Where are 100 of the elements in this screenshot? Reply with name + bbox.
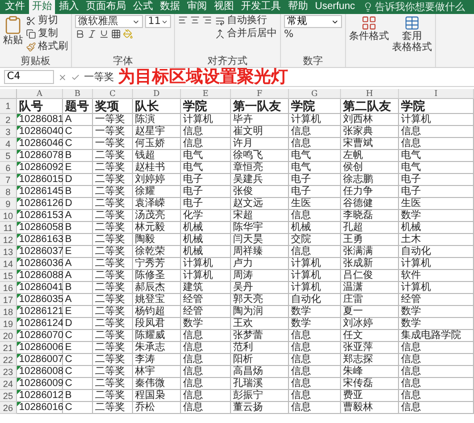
table-cell: 赵文远 — [231, 198, 289, 210]
column-header[interactable]: B — [63, 89, 93, 99]
row-header[interactable]: 22 — [0, 354, 17, 366]
row-header[interactable]: 14 — [0, 258, 17, 270]
ribbon-tab[interactable]: 开始 — [29, 0, 55, 14]
row-header[interactable]: 21 — [0, 342, 17, 354]
row-header[interactable]: 24 — [0, 378, 17, 390]
cut-button[interactable]: 剪切 — [26, 15, 68, 27]
table-cell: 信息 — [399, 366, 474, 378]
align-right-icon[interactable] — [202, 15, 212, 25]
ribbon-tab[interactable]: 数据 — [157, 0, 183, 14]
clipboard-icon — [3, 15, 23, 35]
table-cell: D — [63, 174, 93, 186]
table-cell: 二等奖 — [93, 258, 133, 270]
column-header[interactable]: I — [399, 89, 474, 99]
italic-icon[interactable] — [87, 29, 97, 39]
row-header[interactable]: 9 — [0, 198, 17, 210]
conditional-format-button[interactable]: 条件格式 — [349, 15, 389, 67]
row-header[interactable]: 15 — [0, 270, 17, 282]
ribbon-tab[interactable]: 文件 — [2, 0, 28, 14]
table-cell: 高昌炀 — [231, 366, 289, 378]
column-header[interactable]: C — [93, 89, 133, 99]
row-header[interactable]: 19 — [0, 318, 17, 330]
group-label: 对齐方式 — [206, 56, 248, 67]
row-header[interactable]: 1 — [0, 99, 17, 114]
row-header[interactable]: 12 — [0, 234, 17, 246]
column-header[interactable]: G — [289, 89, 341, 99]
column-header[interactable]: F — [231, 89, 289, 99]
ribbon-tab[interactable]: 插入 — [56, 0, 82, 14]
table-cell: B — [63, 222, 93, 234]
row-header[interactable]: 7 — [0, 174, 17, 186]
copy-button[interactable]: 复制 — [26, 28, 68, 40]
table-cell: 二等奖 — [93, 210, 133, 222]
ribbon-tab[interactable]: 公式 — [130, 0, 156, 14]
row-header[interactable]: 8 — [0, 186, 17, 198]
tell-me-field[interactable]: 告诉我你想要做什么 — [359, 0, 466, 14]
table-cell: 电子 — [181, 174, 231, 186]
number-format-dropdown[interactable]: 常规 — [284, 15, 342, 28]
column-header[interactable]: A — [17, 89, 63, 99]
table-cell: 题号 — [63, 99, 93, 114]
table-cell: 信息 — [181, 378, 231, 390]
align-center-icon[interactable] — [190, 15, 200, 25]
border-icon[interactable] — [111, 29, 121, 39]
table-cell: 陈华宇 — [231, 222, 289, 234]
column-header[interactable]: H — [341, 89, 399, 99]
row-header[interactable]: 10 — [0, 210, 17, 222]
row-header[interactable]: 26 — [0, 402, 17, 414]
row-header[interactable]: 3 — [0, 126, 17, 138]
row-header[interactable]: 25 — [0, 390, 17, 402]
name-box[interactable]: C4 — [4, 70, 54, 84]
table-cell: 建筑 — [181, 282, 231, 294]
table-cell: 崔文明 — [231, 126, 289, 138]
table-cell: 二等奖 — [93, 306, 133, 318]
merge-center-button[interactable]: 合并后居中 — [215, 28, 277, 40]
table-cell: 徐鸣飞 — [231, 150, 289, 162]
table-cell: 10286040 — [17, 126, 63, 138]
table-cell: 朱承志 — [133, 342, 181, 354]
row-header[interactable]: 13 — [0, 246, 17, 258]
table-cell: 赵星宇 — [133, 126, 181, 138]
column-header[interactable]: D — [133, 89, 181, 99]
row-header[interactable]: 18 — [0, 306, 17, 318]
table-cell: 奖项 — [93, 99, 133, 114]
row-header[interactable]: 6 — [0, 162, 17, 174]
table-cell: 刘西林 — [341, 114, 399, 126]
column-header[interactable]: E — [181, 89, 231, 99]
row-header[interactable]: 5 — [0, 150, 17, 162]
table-cell: 数学 — [289, 306, 341, 318]
ribbon-tab[interactable]: 页面布局 — [83, 0, 129, 14]
table-cell: 董云扬 — [231, 402, 289, 414]
row-header[interactable]: 4 — [0, 138, 17, 150]
bold-icon[interactable] — [75, 29, 85, 39]
font-size-dropdown[interactable]: 11 — [145, 15, 171, 28]
percent-button[interactable]: % — [284, 29, 342, 41]
row-header[interactable]: 2 — [0, 114, 17, 126]
enter-icon[interactable] — [71, 72, 80, 82]
underline-icon[interactable] — [99, 29, 109, 39]
format-painter-button[interactable]: 格式刷 — [26, 41, 68, 53]
table-cell: 生医 — [399, 198, 474, 210]
table-cell: 信息 — [181, 366, 231, 378]
format-as-table-button[interactable]: 套用 表格格式 — [392, 15, 432, 67]
cancel-icon[interactable] — [58, 72, 67, 82]
ribbon-tab[interactable]: Userfunc — [312, 0, 358, 14]
row-header[interactable]: 23 — [0, 366, 17, 378]
paintbrush-icon — [26, 42, 36, 52]
font-name-dropdown[interactable]: 微软雅黑 — [75, 15, 143, 28]
ribbon-tab[interactable]: 开发工具 — [238, 0, 284, 14]
table-cell: 陶毅 — [133, 234, 181, 246]
align-left-icon[interactable] — [178, 15, 188, 25]
row-header[interactable]: 11 — [0, 222, 17, 234]
table-cell: C — [63, 138, 93, 150]
ribbon-tab[interactable]: 审阅 — [184, 0, 210, 14]
paste-button[interactable]: 粘贴 — [3, 15, 23, 56]
table-cell: 学院 — [181, 99, 231, 114]
row-header[interactable]: 20 — [0, 330, 17, 342]
table-cell: 二等奖 — [93, 390, 133, 402]
wrap-text-button[interactable]: 自动换行 — [215, 15, 277, 27]
ribbon-tab[interactable]: 帮助 — [285, 0, 311, 14]
row-header[interactable]: 17 — [0, 294, 17, 306]
row-header[interactable]: 16 — [0, 282, 17, 294]
ribbon-tab[interactable]: 视图 — [211, 0, 237, 14]
